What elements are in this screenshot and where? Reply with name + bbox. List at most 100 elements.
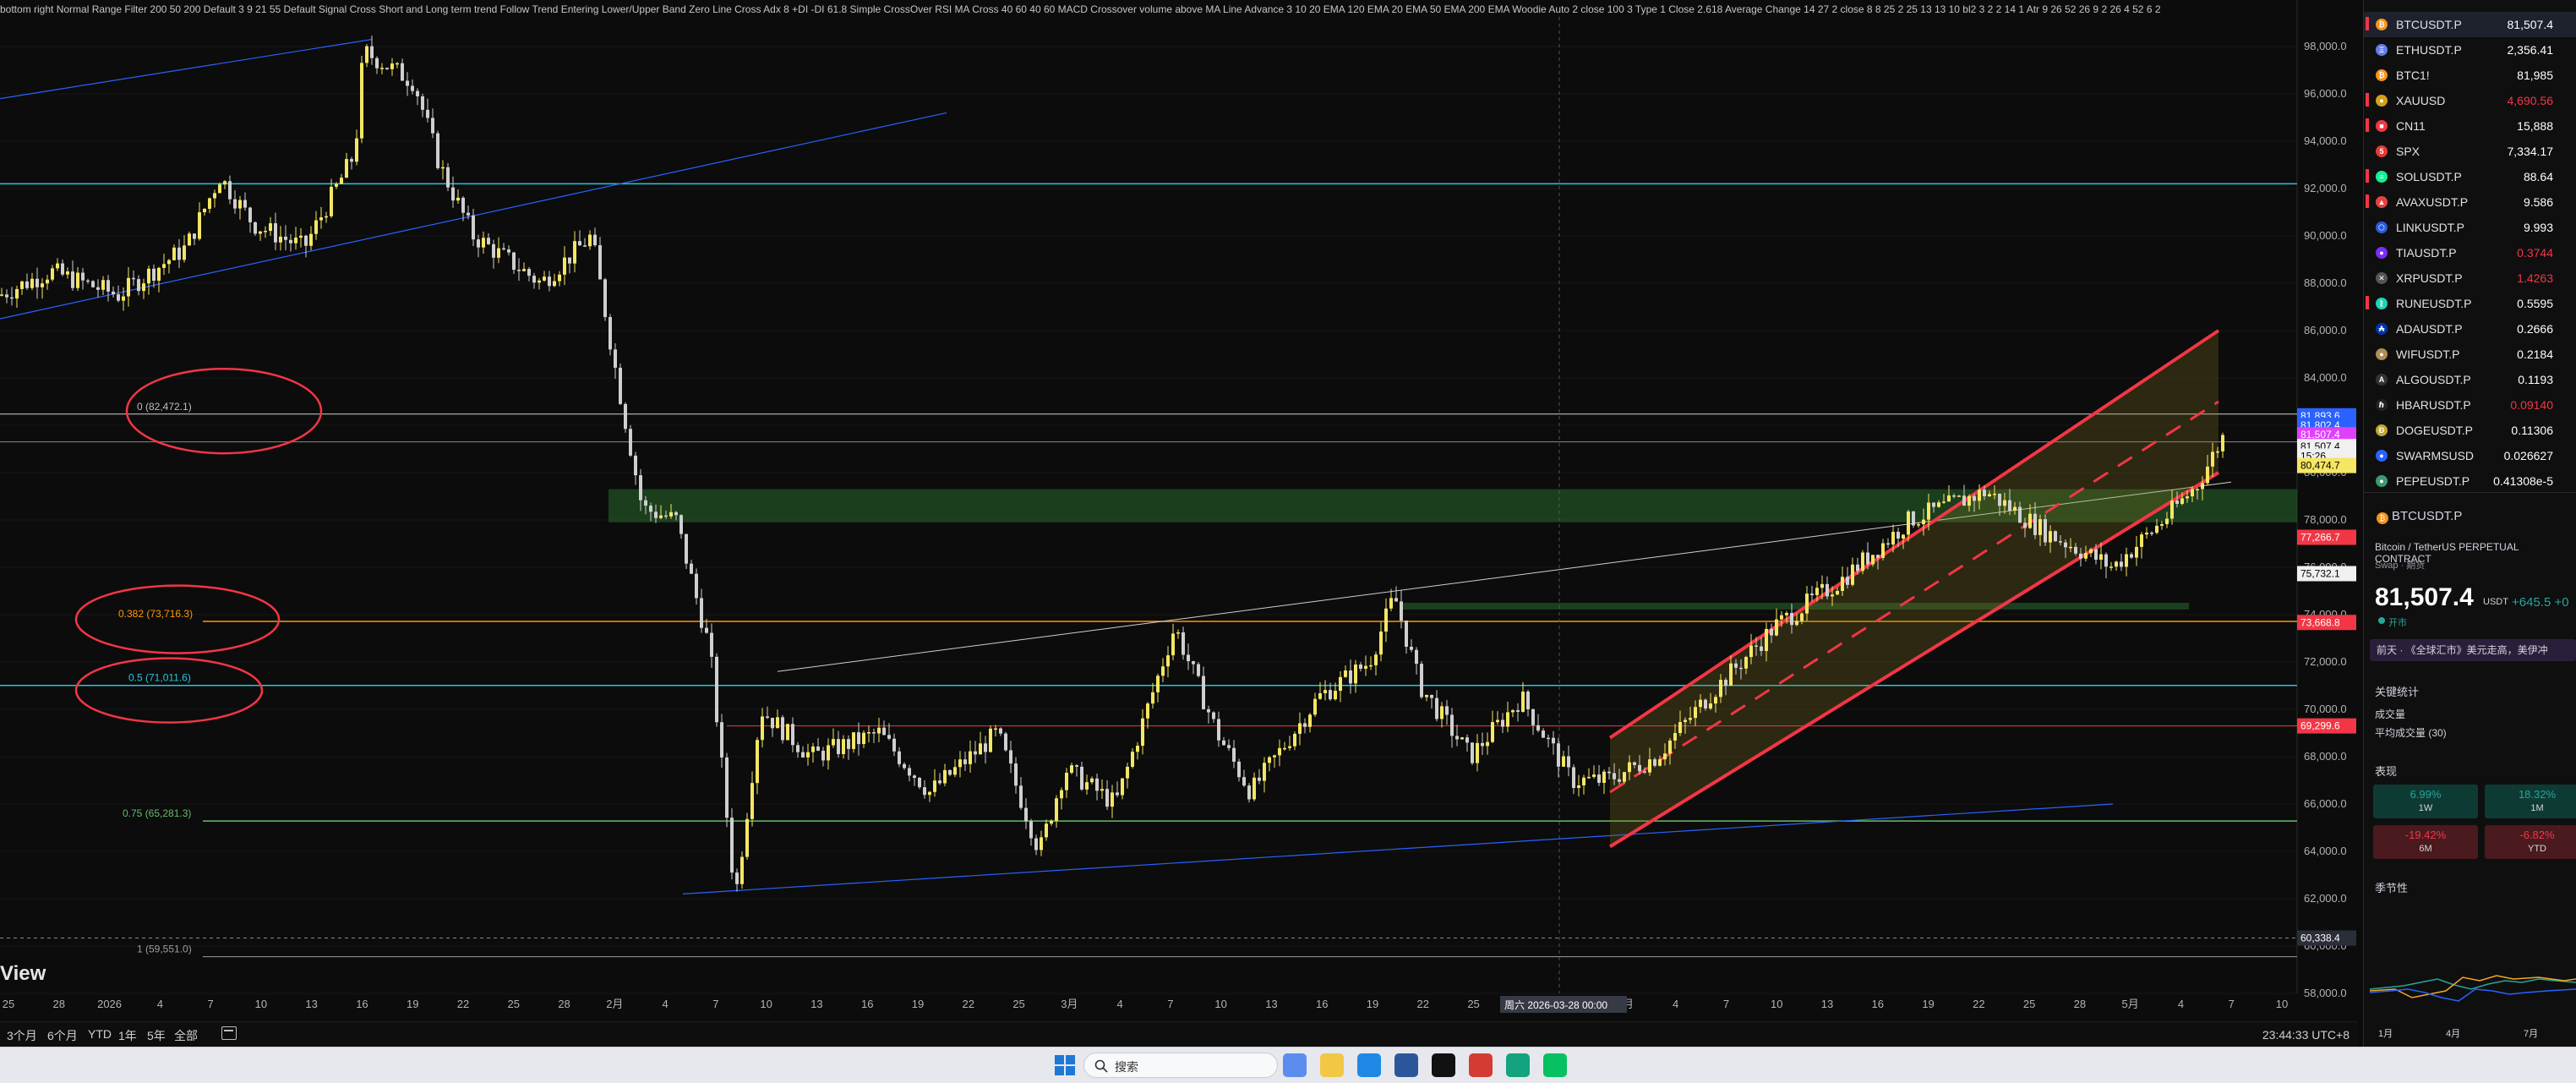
watchlist-item-swarmsusd[interactable]: ● SWARMSUSD 0.026627 <box>2364 443 2576 468</box>
candle-body <box>46 279 49 284</box>
copilot-icon[interactable] <box>1283 1053 1307 1077</box>
fib-label: 0.5 (71,011.6) <box>128 672 191 684</box>
calendar-icon[interactable] <box>221 1026 237 1040</box>
app-teal-icon[interactable] <box>1506 1053 1530 1077</box>
watchlist-item-cn11[interactable]: ■ CN11 15,888 <box>2364 113 2576 139</box>
watchlist-item-avaxusdtp[interactable]: ▲ AVAXUSDT.P 9.586 <box>2364 189 2576 215</box>
x-axis-tick: 22 <box>1417 998 1429 1010</box>
candle-body <box>1947 495 1951 502</box>
range-3m-button[interactable]: 3个月 <box>7 1027 37 1044</box>
utc-clock[interactable]: 23:44:33 UTC+8 <box>2262 1028 2350 1042</box>
candle-body <box>1780 615 1783 620</box>
candle-body <box>2211 451 2214 467</box>
candle-body <box>2201 483 2204 490</box>
candle-body <box>1471 742 1474 763</box>
news-banner[interactable]: 前天 · 《全球汇市》美元走高，美伊冲 <box>2370 639 2576 661</box>
price-chart[interactable]: 98,000.0 96,000.0 94,000.0 92,000.0 90,000.0… <box>0 0 2358 1021</box>
candle-body <box>761 716 764 741</box>
candle-body <box>1242 777 1246 786</box>
watchlist-item-solusdtp[interactable]: ≡ SOLUSDT.P 88.64 <box>2364 164 2576 189</box>
avg-volume-label: 平均成交量 (30) <box>2375 727 2447 739</box>
performance-1w[interactable]: 6.99% 1W <box>2373 785 2478 818</box>
watchlist-item-adausdtp[interactable]: ₳ ADAUSDT.P 0.2666 <box>2364 316 2576 342</box>
range-6m-button[interactable]: 6个月 <box>47 1027 78 1044</box>
range-5y-button[interactable]: 5年 <box>147 1027 166 1044</box>
candle-body <box>472 215 475 240</box>
candle-body <box>30 278 34 288</box>
x-axis-tick: 10 <box>2276 998 2288 1010</box>
candle-body <box>467 212 470 216</box>
watchlist-item-pepeusdtp[interactable]: ● PEPEUSDT.P 0.41308e-5 <box>2364 468 2576 494</box>
watchlist-item-wifusdtp[interactable]: ● WIFUSDT.P 0.2184 <box>2364 342 2576 367</box>
candle-body <box>1567 756 1570 768</box>
watchlist-item-hbarusdtp[interactable]: ℏ HBARUSDT.P 0.09140 <box>2364 392 2576 418</box>
candle-body <box>294 238 297 243</box>
watchlist-item-linkusdtp[interactable]: ⬡ LINKUSDT.P 9.993 <box>2364 215 2576 240</box>
fib-label: 1 (59,551.0) <box>137 944 192 955</box>
coin-icon: ● <box>2376 475 2388 487</box>
candle-body <box>1638 764 1641 772</box>
candle-body <box>1329 690 1332 700</box>
watchlist-item-tiausdtp[interactable]: ● TIAUSDT.P 0.3744 <box>2364 240 2576 265</box>
candle-body <box>1303 723 1307 727</box>
wechat-icon[interactable] <box>1543 1053 1567 1077</box>
x-axis-tick: 25 <box>3 998 14 1010</box>
candle-body <box>1166 655 1170 667</box>
candle-body <box>1156 676 1160 692</box>
candle-body <box>208 198 211 209</box>
taskbar-search[interactable]: 搜索 <box>1083 1053 1278 1078</box>
candle-body <box>1014 763 1018 786</box>
chart-area[interactable]: 98,000.0 96,000.0 94,000.0 92,000.0 90,000.0… <box>0 0 2358 1021</box>
candle-body <box>502 248 505 250</box>
y-axis-tick: 78,000.0 <box>2304 513 2347 526</box>
watchlist-item-runeusdtp[interactable]: ᚱ RUNEUSDT.P 0.5595 <box>2364 291 2576 316</box>
candle-body <box>685 533 688 564</box>
performance-1m[interactable]: 18.32% 1M <box>2485 785 2576 818</box>
netease-music-icon[interactable] <box>1469 1053 1493 1077</box>
candle-body <box>1775 619 1778 636</box>
watchlist-price: 1.4263 <box>2517 271 2553 285</box>
candle-body <box>1952 495 1956 497</box>
range-1y-button[interactable]: 1年 <box>118 1027 137 1044</box>
candle-body <box>903 763 906 768</box>
seasonals-chart[interactable] <box>2370 938 2576 1023</box>
coin-icon: ₿ <box>2376 69 2388 81</box>
file-explorer-icon[interactable] <box>1320 1053 1344 1077</box>
candle-body <box>2059 541 2062 543</box>
edge-icon[interactable] <box>1357 1053 1381 1077</box>
candle-body <box>1318 692 1322 699</box>
y-axis-tick: 94,000.0 <box>2304 134 2347 147</box>
range-all-button[interactable]: 全部 <box>174 1027 198 1044</box>
performance-ytd[interactable]: -6.82% YTD <box>2485 825 2576 859</box>
candle-body <box>619 367 622 404</box>
candle-body <box>842 739 845 754</box>
candle-body <box>1552 737 1555 744</box>
watchlist-price: 88.64 <box>2523 170 2553 183</box>
season-axis-jul: 7月 <box>2524 1029 2539 1039</box>
mail-icon[interactable] <box>1394 1053 1418 1077</box>
watchlist-item-xauusd[interactable]: ● XAUUSD 4,690.56 <box>2364 88 2576 113</box>
candle-body <box>1542 730 1545 738</box>
range-ytd-button[interactable]: YTD <box>88 1027 112 1041</box>
candle-body <box>1719 680 1722 697</box>
candle-body <box>2170 500 2174 519</box>
candle-body <box>132 277 135 280</box>
tradingview-icon[interactable] <box>1432 1053 1455 1077</box>
performance-6m[interactable]: -19.42% 6M <box>2373 825 2478 859</box>
watchlist-item-btcusdtp[interactable]: ₿ BTCUSDT.P 81,507.4 <box>2364 12 2576 37</box>
y-axis-tick: 64,000.0 <box>2304 845 2347 857</box>
candle-body <box>1298 723 1302 734</box>
divider <box>2364 492 2576 493</box>
watchlist-item-ethusdtp[interactable]: Ξ ETHUSDT.P 2,356.41 <box>2364 37 2576 63</box>
watchlist-item-spx[interactable]: 5 SPX 7,334.17 <box>2364 139 2576 164</box>
market-status: 开市 <box>2388 618 2407 628</box>
watchlist-item-dogeusdtp[interactable]: Ð DOGEUSDT.P 0.11306 <box>2364 418 2576 443</box>
candle-body <box>1131 752 1134 767</box>
candle-body <box>1202 676 1205 709</box>
watchlist-item-algousdtp[interactable]: A ALGOUSDT.P 0.1193 <box>2364 367 2576 392</box>
windows-start-icon[interactable] <box>1055 1055 1075 1075</box>
season-axis-apr: 4月 <box>2446 1029 2461 1039</box>
watchlist-item-xrpusdtp[interactable]: ✕ XRPUSDT.P 1.4263 <box>2364 265 2576 291</box>
watchlist-item-btc1[interactable]: ₿ BTC1! 81,985 <box>2364 63 2576 88</box>
candle-body <box>1339 676 1342 692</box>
